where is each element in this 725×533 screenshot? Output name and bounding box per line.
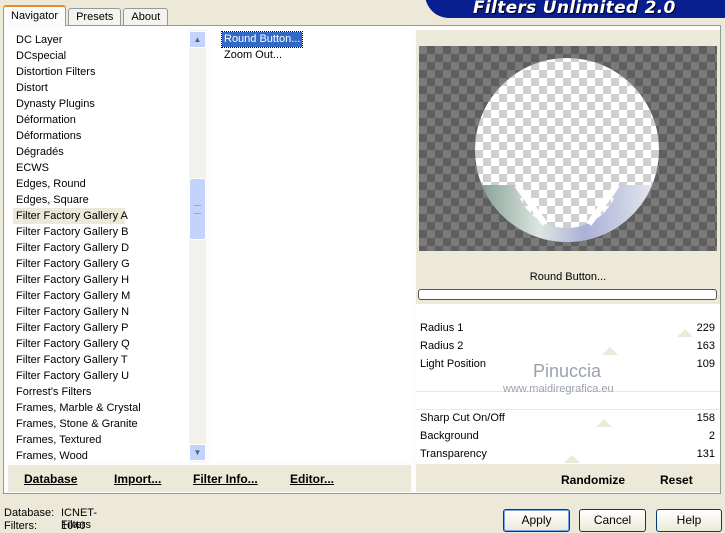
slider-value: 229 [696,322,715,334]
chevron-down-icon: ▼ [193,448,202,457]
filter-item-zoom-out[interactable]: Zoom Out... [222,48,284,63]
slider-label: Transparency [420,448,487,460]
slider-value: 163 [696,340,715,352]
status-filters-value: 1040 [61,520,86,532]
slider-thumb[interactable] [677,329,693,337]
category-item[interactable]: Dégradés [13,144,191,160]
category-item[interactable]: Filter Factory Gallery H [13,272,191,288]
editor-button[interactable]: Editor... [290,472,334,486]
category-item[interactable]: Frames, Wood [13,448,191,462]
preview-graphic [419,46,717,251]
category-items: DC Layer DCspecial Distortion Filters Disto… [13,32,191,462]
app-banner: Filters Unlimited 2.0 [425,0,725,18]
slider-label: Radius 1 [420,322,464,334]
slider-thumb[interactable] [602,347,618,355]
tab-about[interactable]: About [123,8,169,26]
category-item[interactable]: Dynasty Plugins [13,96,191,112]
category-item[interactable]: Filter Factory Gallery T [13,352,191,368]
slider-value: 131 [696,448,715,460]
slider-value: 2 [708,430,715,442]
category-item[interactable]: Filter Factory Gallery D [13,240,191,256]
slider-sharp-cut-on-off[interactable]: Sharp Cut On/Off 158 [416,410,720,428]
slider-spacer [416,392,720,409]
slider-radius-1[interactable]: Radius 1 229 [416,320,720,338]
slider-label: Light Position [420,358,487,370]
category-item[interactable]: Distort [13,80,191,96]
slider-label: Sharp Cut On/Off [420,412,505,424]
scroll-thumb[interactable] [189,178,206,240]
category-item[interactable]: Edges, Square [13,192,191,208]
slider-thumb[interactable] [564,455,580,463]
category-item[interactable]: Filter Factory Gallery B [13,224,191,240]
category-item[interactable]: Déformation [13,112,191,128]
slider-spacer [416,304,720,320]
apply-button[interactable]: Apply [503,509,570,532]
randomize-button[interactable]: Randomize [561,473,625,487]
slider-background[interactable]: Background 2 [416,428,720,446]
category-item[interactable]: Filter Factory Gallery U [13,368,191,384]
filter-control-panel: Round Button... Radius 1 229 Radius 2 163 Li… [416,30,720,492]
category-scrollbar[interactable]: ▲ ▼ [189,30,206,462]
preview-image[interactable] [419,46,717,251]
help-button[interactable]: Help [656,509,722,532]
filter-info-button[interactable]: Filter Info... [193,472,258,486]
slider-radius-2[interactable]: Radius 2 163 [416,338,720,356]
chevron-up-icon: ▲ [193,35,202,44]
status-database-label: Database: [4,507,55,519]
category-item[interactable]: Forrest's Filters [13,384,191,400]
category-item[interactable]: Filter Factory Gallery N [13,304,191,320]
slider-value: 158 [696,412,715,424]
progress-bar [418,289,717,300]
tab-bar: Navigator Presets About [3,5,170,26]
category-item[interactable]: Filter Factory Gallery M [13,288,191,304]
slider-transparency[interactable]: Transparency 131 [416,446,720,464]
category-item[interactable]: DCspecial [13,48,191,64]
filter-name-label: Round Button... [529,271,607,283]
scroll-down-button[interactable]: ▼ [189,444,206,461]
category-item[interactable]: Filter Factory Gallery G [13,256,191,272]
slider-label: Radius 2 [420,340,464,352]
slider-thumb[interactable] [596,419,612,427]
slider-value: 109 [696,358,715,370]
slider-label: Background [420,430,479,442]
filter-item-round-button[interactable]: Round Button... [220,31,304,48]
category-item[interactable]: ECWS [13,160,191,176]
left-button-bar: Database Import... Filter Info... Editor… [8,465,411,492]
category-item[interactable]: Filter Factory Gallery P [13,320,191,336]
category-item[interactable]: DC Layer [13,32,191,48]
tab-navigator[interactable]: Navigator [3,5,67,26]
database-button[interactable]: Database [24,472,77,486]
tab-presets[interactable]: Presets [68,8,122,26]
category-list[interactable]: DC Layer DCspecial Distortion Filters Disto… [8,30,206,462]
category-item[interactable]: Filter Factory Gallery A [13,208,128,224]
slider-spacer [416,374,720,391]
category-item[interactable]: Frames, Textured [13,432,191,448]
status-filters: Filters: 1040 [4,520,85,532]
category-item[interactable]: Frames, Stone & Granite [13,416,191,432]
filter-list[interactable]: Round Button... Zoom Out... [211,30,411,462]
category-item[interactable]: Déformations [13,128,191,144]
category-item[interactable]: Frames, Marble & Crystal [13,400,191,416]
status-database: Database: ICNET-Filters [4,507,97,531]
category-item[interactable]: Edges, Round [13,176,191,192]
reset-button[interactable]: Reset [660,473,693,487]
category-item[interactable]: Filter Factory Gallery Q [13,336,191,352]
status-filters-label: Filters: [4,520,37,532]
scroll-up-button[interactable]: ▲ [189,31,206,48]
slider-light-position[interactable]: Light Position 109 [416,356,720,374]
cancel-button[interactable]: Cancel [579,509,646,532]
category-item[interactable]: Distortion Filters [13,64,191,80]
import-button[interactable]: Import... [114,472,161,486]
